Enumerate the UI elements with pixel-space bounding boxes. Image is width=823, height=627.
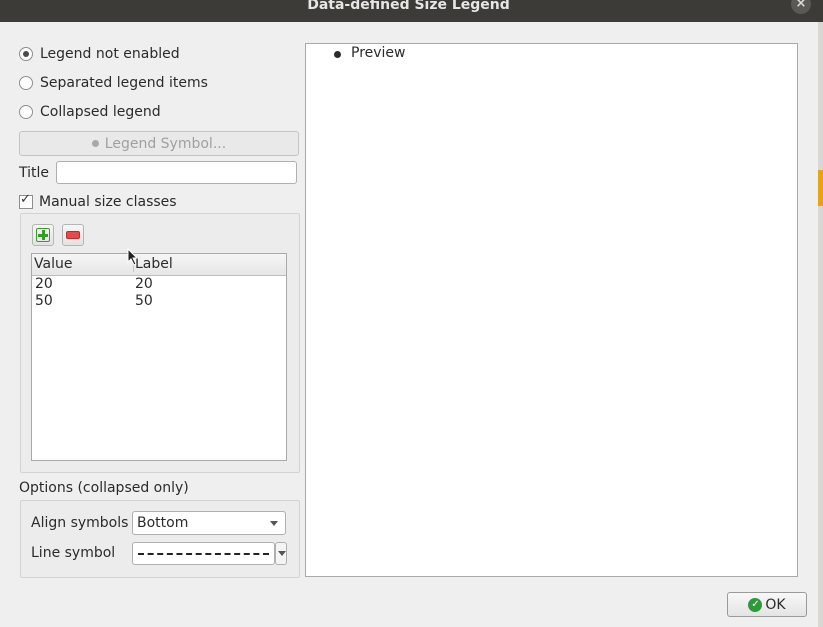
preview-item-text: Preview xyxy=(351,45,406,61)
line-symbol-label: Line symbol xyxy=(31,545,116,561)
radio-label: Separated legend items xyxy=(40,75,208,91)
line-symbol-button[interactable] xyxy=(132,542,275,565)
legend-symbol-button-label: Legend Symbol... xyxy=(104,135,227,152)
manual-size-classes-checkbox[interactable]: Manual size classes xyxy=(19,192,177,212)
align-symbols-value: Bottom xyxy=(137,515,189,531)
ok-check-icon: ✓ xyxy=(748,597,763,612)
dashed-line-preview xyxy=(138,553,269,555)
table-cell-label[interactable]: 50 xyxy=(135,293,153,309)
manual-size-classes-label: Manual size classes xyxy=(39,194,177,210)
symbol-dot-icon xyxy=(91,140,99,147)
ok-button-label: OK xyxy=(765,596,786,613)
mouse-cursor-icon xyxy=(127,248,139,266)
radio-indicator xyxy=(19,76,33,90)
options-section-title: Options (collapsed only) xyxy=(19,480,189,496)
bullet-icon xyxy=(334,51,341,58)
radio-label: Collapsed legend xyxy=(40,104,161,120)
radio-legend-not-enabled[interactable]: Legend not enabled xyxy=(19,44,180,64)
table-cell-value[interactable]: 50 xyxy=(35,293,53,309)
dropdown-arrow-icon xyxy=(270,521,278,526)
radio-label: Legend not enabled xyxy=(40,46,180,62)
radio-indicator xyxy=(19,47,33,61)
ok-button[interactable]: ✓ OK xyxy=(727,592,807,617)
dropdown-arrow-icon xyxy=(278,551,286,556)
align-symbols-select[interactable]: Bottom xyxy=(132,511,286,535)
table-cell-value[interactable]: 20 xyxy=(35,276,53,292)
table-cell-label[interactable]: 20 xyxy=(135,276,153,292)
remove-class-button[interactable] xyxy=(62,224,84,246)
add-class-button[interactable] xyxy=(32,224,54,246)
checkbox-indicator xyxy=(19,192,33,209)
remove-icon xyxy=(66,231,80,239)
title-input[interactable] xyxy=(56,161,297,184)
radio-collapsed-legend[interactable]: Collapsed legend xyxy=(19,102,161,122)
title-label: Title xyxy=(19,165,50,181)
line-symbol-dropdown[interactable] xyxy=(275,542,287,565)
window-title: Data-defined Size Legend xyxy=(307,0,510,13)
column-header-value[interactable]: Value xyxy=(34,256,72,272)
legend-symbol-button[interactable]: Legend Symbol... xyxy=(19,131,299,156)
close-icon: × xyxy=(795,0,807,11)
background-window-edge xyxy=(818,22,823,627)
radio-separated-legend-items[interactable]: Separated legend items xyxy=(19,73,208,93)
table-header: Value Label xyxy=(32,254,286,276)
legend-preview-panel: Preview xyxy=(305,43,798,577)
align-symbols-label: Align symbols xyxy=(31,515,129,531)
radio-indicator xyxy=(19,105,33,119)
size-classes-table[interactable]: Value Label 20 20 50 50 xyxy=(31,253,287,461)
title-bar: Data-defined Size Legend × xyxy=(0,0,823,22)
